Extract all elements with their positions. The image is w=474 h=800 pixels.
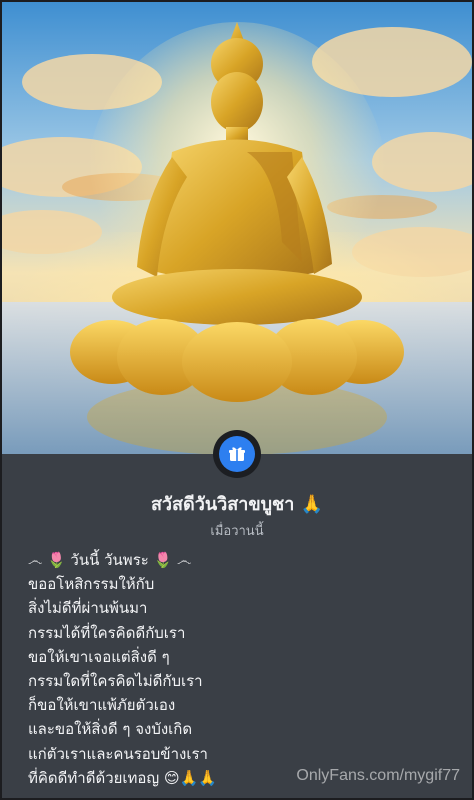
post-title: สวัสดีวันวิสาขบูชา 🙏: [150, 494, 324, 515]
watermark: OnlyFans.com/mygif77: [296, 767, 460, 784]
post-line: กรรมได้ที่ใครคิดดีกับเรา: [28, 623, 186, 642]
post-line: ขอให้เขาเจอแต่สิ่งดี ๆ: [28, 647, 170, 666]
buddha-image: [2, 2, 472, 454]
post-line: ก็ขอให้เขาแพ้ภัยตัวเอง: [28, 696, 176, 715]
post-timestamp: เมื่อวานนี้: [210, 524, 264, 539]
post-line: กรรมใดที่ใครคิดไม่ดีกับเรา: [28, 672, 203, 691]
post-body: ෴ 🌷 วันนี้ วันพระ 🌷 ෴ ขออโหสิกรรมให้กับ …: [28, 548, 448, 790]
post-line: ෴ 🌷 วันนี้ วันพระ 🌷 ෴: [28, 551, 192, 569]
post-line: ขออโหสิกรรมให้กับ: [28, 575, 155, 594]
post-line: และขอให้สิ่งดี ๆ จงบังเกิด: [28, 720, 193, 739]
post-type-badge: [213, 430, 261, 478]
post-line: สิ่งไม่ดีที่ผ่านพ้นมา: [28, 599, 148, 618]
gift-icon: [219, 436, 255, 472]
post-line: แก่ตัวเราและคนรอบข้างเรา: [28, 744, 208, 763]
